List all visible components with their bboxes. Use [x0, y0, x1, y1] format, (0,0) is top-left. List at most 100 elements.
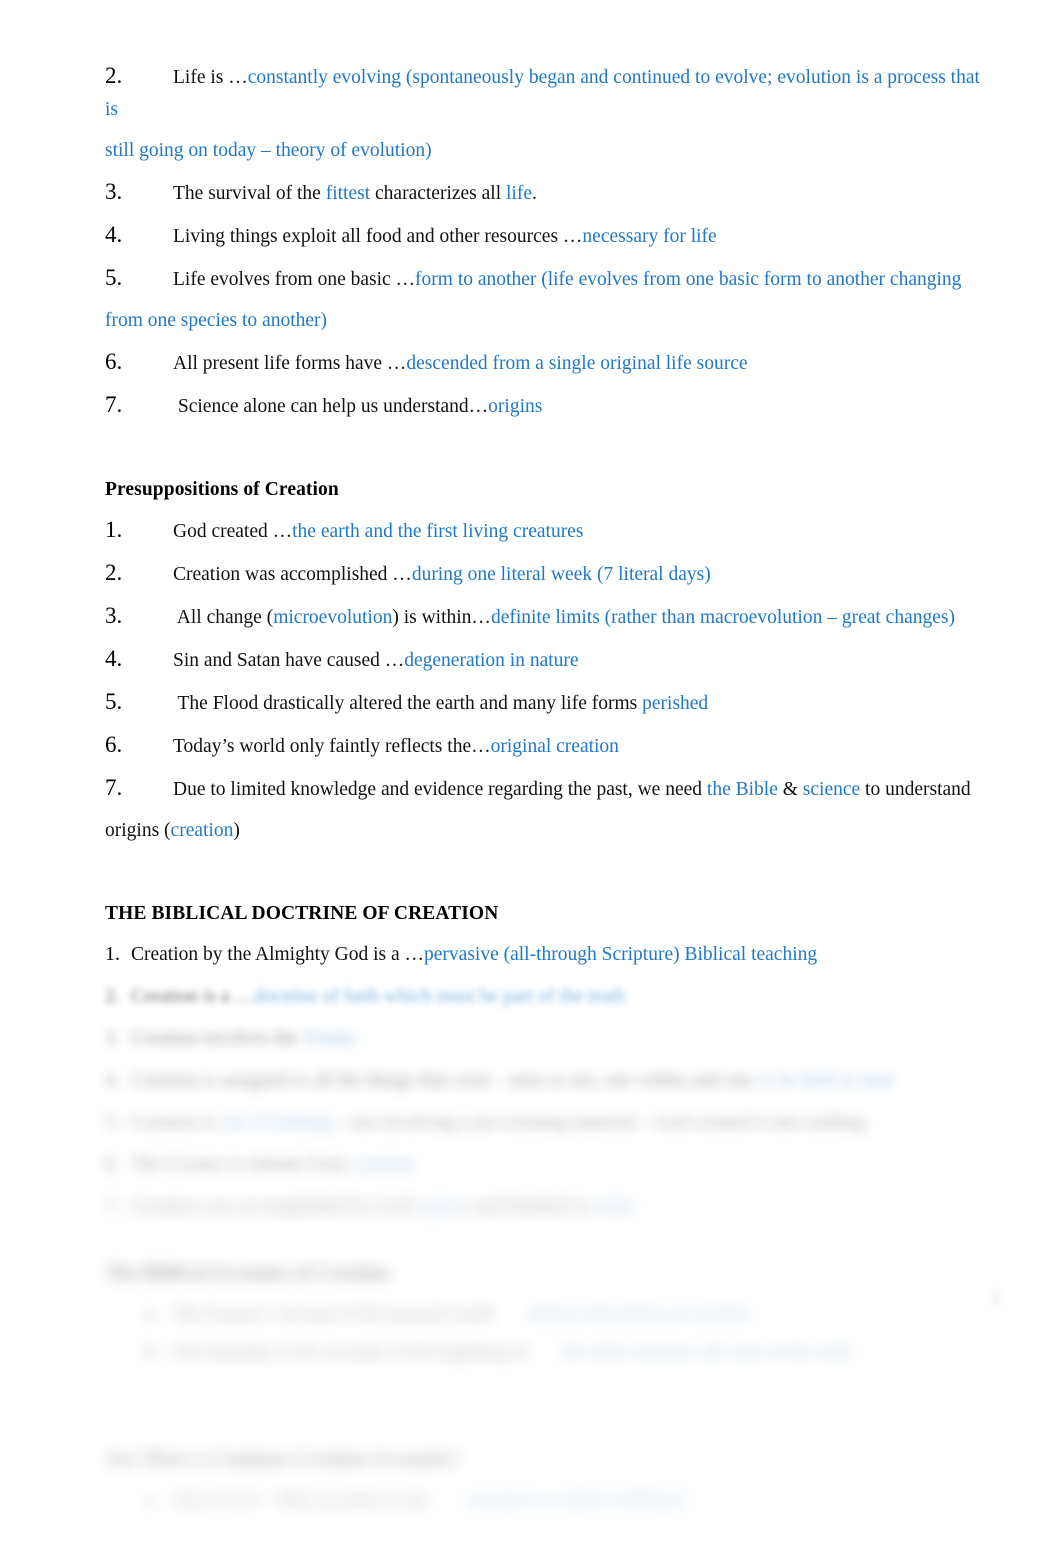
list-answer: form to another (life evolves from one b…	[415, 269, 962, 290]
section-heading: THE BIBLICAL DOCTRINE OF CREATION	[105, 903, 499, 924]
list-answer: creation	[351, 1154, 415, 1175]
list-answer: microevolution	[273, 607, 393, 628]
list-number: 2.	[105, 63, 123, 88]
list-prompt-2: &	[777, 779, 803, 800]
list-item: 3. The survival of the fittest characteri…	[105, 176, 985, 210]
list-item: 4. Sin and Satan have caused …degeneratio…	[105, 643, 985, 677]
list-item: 7. Due to limited knowledge and evidence …	[105, 772, 985, 806]
list-item: 2. Creation is a …doctrine of faith which…	[105, 980, 985, 1013]
list-answer: Trinity	[302, 1028, 356, 1049]
list-prompt-2: ) is within…	[392, 607, 491, 628]
list-answer: necessary for life	[582, 226, 717, 247]
list-prompt: The survival of the	[173, 183, 326, 204]
list-number: 1.	[105, 517, 123, 542]
list-item: 5. The Flood drastically altered the ear…	[105, 686, 985, 720]
list-item-continuation: origins (creation)	[105, 815, 985, 847]
list-answer-2: science	[802, 779, 861, 800]
page-number: 2	[991, 1288, 1001, 1307]
list-number: 2.	[105, 560, 123, 585]
section-presuppositions: Presuppositions of Creation 1. God create…	[105, 476, 985, 847]
sub-list-marker: b.	[145, 1341, 159, 1361]
list-prompt-2: – not involving a pre-existing material …	[331, 1112, 866, 1133]
list-prompt: Life is …	[173, 67, 248, 88]
list-item: 2. Life is …constantly evolving (spontane…	[105, 60, 985, 126]
list-number: 3.	[105, 603, 123, 628]
sub-list-marker: a.	[145, 1489, 158, 1509]
list-prompt: The Flood drastically altered the earth …	[173, 693, 643, 714]
list-prompt: Creation is a …	[131, 986, 254, 1007]
list-prompt: The Creator is infinite from	[131, 1154, 352, 1175]
list-prompt: Creation by the Almighty God is a …	[131, 944, 425, 965]
list-number: 1.	[105, 943, 120, 965]
sub-list-prompt: Gen 1:1-2:3 – Who accounts to one	[173, 1489, 434, 1509]
list-answer: pervasive (all-through Scripture) Biblic…	[424, 944, 818, 965]
list-number: 6.	[105, 732, 123, 757]
list-item: 5. Creation is out of nothing – not invol…	[105, 1106, 985, 1139]
list-item: 3. Creation involves the Trinity	[105, 1022, 985, 1055]
list-prompt: Life evolves from one basic …	[173, 269, 416, 290]
list-item: 5. Life evolves from one basic …form to a…	[105, 262, 985, 296]
list-prompt-3: to understand	[860, 779, 971, 800]
section-biblical-accounts: The Biblical Accounts of Creation a. The …	[105, 1260, 985, 1366]
list-item: 4. Creation is assigned to all the things…	[105, 1064, 985, 1097]
list-number: 5.	[105, 689, 123, 714]
list-answer: out of nothing	[220, 1112, 332, 1133]
list-answer: glory	[426, 1196, 468, 1217]
list-prompt: Due to limited knowledge and evidence re…	[173, 779, 707, 800]
section-heading: Are There a Common Creation Accounts?	[105, 1449, 459, 1470]
list-answer: origins	[488, 396, 543, 417]
list-number: 2.	[105, 985, 120, 1007]
list-item: 2. Creation was accomplished …during one …	[105, 557, 985, 591]
list-prompt: God created …	[173, 521, 293, 542]
list-answer: during one literal week (7 literal days)	[411, 564, 711, 585]
list-prompt: Science alone can help us understand…	[173, 396, 489, 417]
list-answer: doctrine of faith which must be part of …	[253, 986, 625, 1007]
list-answer-continuation: still going on today – theory of evoluti…	[105, 140, 432, 161]
list-number: 7.	[105, 1195, 120, 1217]
list-prompt-2: characterizes all	[370, 183, 507, 204]
list-answer: original creation	[490, 736, 619, 757]
sub-list-prompt: Our humanity in the accounts of the begi…	[173, 1341, 528, 1361]
list-number: 7.	[105, 392, 123, 417]
list-prompt-continuation: origins (	[105, 820, 171, 841]
list-item: 4. Living things exploit all food and oth…	[105, 219, 985, 253]
list-item-continuation: from one species to another)	[105, 305, 985, 337]
list-prompt: All present life forms have …	[173, 353, 407, 374]
list-answer-continuation: creation	[170, 820, 234, 841]
list-answer: fittest	[325, 183, 371, 204]
document-page: 2. Life is …constantly evolving (spontane…	[0, 0, 1062, 1556]
list-prompt: Creation was accomplished by God’s	[131, 1196, 427, 1217]
list-answer-2: order	[592, 1196, 635, 1217]
list-prompt: All change (	[173, 607, 274, 628]
sub-list-item: a. Gen 1:1-2:3 – Who accounts to one acco…	[105, 1484, 985, 1514]
section-heading: The Biblical Accounts of Creation	[105, 1263, 390, 1284]
list-prompt: Today’s world only faintly reflects the…	[173, 736, 491, 757]
list-item: 1. Creation by the Almighty God is a …per…	[105, 938, 985, 971]
list-prompt: Creation was accomplished …	[173, 564, 412, 585]
list-answer: to be held in time	[758, 1070, 895, 1091]
section-evolution: 2. Life is …constantly evolving (spontane…	[105, 60, 985, 423]
list-item: 3. All change (microevolution) is within…	[105, 600, 985, 634]
list-prompt-3: .	[532, 183, 537, 204]
list-number: 6.	[105, 349, 123, 374]
list-prompt: Creation is	[131, 1112, 221, 1133]
list-prompt-2: and finished in	[467, 1196, 593, 1217]
sub-list-answer: which is the climax of creation	[526, 1303, 749, 1323]
list-number: 4.	[105, 222, 123, 247]
section-heading: Presuppositions of Creation	[105, 479, 339, 500]
list-item-continuation: still going on today – theory of evoluti…	[105, 135, 985, 167]
sub-list-prompt: The Genesis 1 account of the material wo…	[173, 1303, 493, 1323]
sub-list-answer: the entire universe, the seen on the ear…	[561, 1341, 852, 1361]
list-number: 5.	[105, 1111, 120, 1133]
sub-list-item: b. Our humanity in the accounts of the be…	[105, 1336, 985, 1366]
sub-list-marker: a.	[145, 1303, 158, 1323]
document-body: 2. Life is …constantly evolving (spontane…	[105, 60, 985, 1522]
section-question: Are There a Common Creation Accounts? a.…	[105, 1446, 985, 1514]
list-item: 7. Science alone can help us understand……	[105, 389, 985, 423]
list-number: 3.	[105, 1027, 120, 1049]
